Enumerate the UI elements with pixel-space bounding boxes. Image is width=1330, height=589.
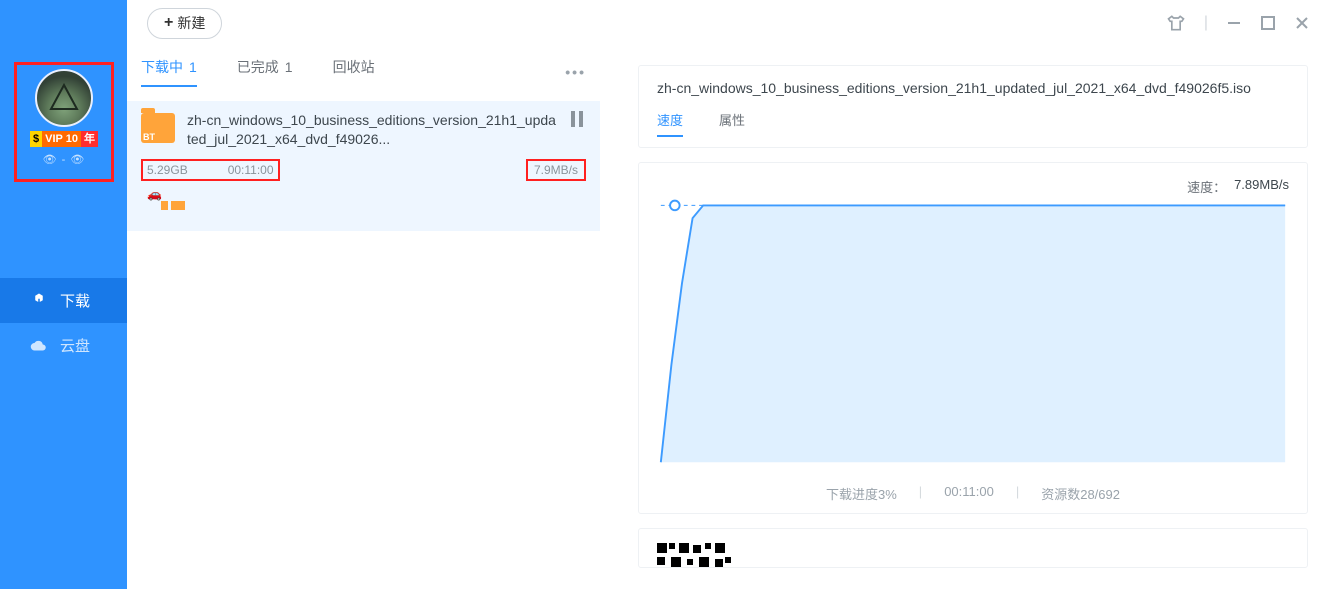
download-icon <box>30 292 48 310</box>
bt-tag: BT <box>143 132 155 142</box>
task-eta: 00:11:00 <box>228 163 274 177</box>
highlight-size-eta: 5.29GB 00:11:00 <box>141 159 280 181</box>
task-card[interactable]: BT zh-cn_windows_10_business_editions_ve… <box>127 101 600 231</box>
main: + 新建 | <box>127 0 1330 589</box>
sidebar-item-label: 云盘 <box>60 335 90 356</box>
vip-badge: $ VIP 10 年 <box>30 131 98 147</box>
more-icon[interactable]: ••• <box>565 64 586 80</box>
vip-seg-v: VIP 10 <box>42 131 81 147</box>
detail-filename: zh-cn_windows_10_business_editions_versi… <box>657 80 1289 96</box>
tab-downloading[interactable]: 下载中 1 <box>141 57 197 87</box>
qr-icon <box>657 543 733 568</box>
detail-subtabs: 速度 属性 <box>657 110 1289 137</box>
vip-seg-y: 年 <box>81 131 98 147</box>
new-button-label: 新建 <box>177 13 205 33</box>
sidebar-item-label: 下载 <box>60 290 90 311</box>
folder-icon: BT <box>141 113 175 143</box>
detail-header: zh-cn_windows_10_business_editions_versi… <box>638 65 1308 148</box>
sidebar-item-cloud[interactable]: 云盘 <box>0 323 127 368</box>
skin-icon[interactable] <box>1166 13 1186 33</box>
qr-card <box>638 528 1308 568</box>
chart-footer: 下载进度3% | 00:11:00 | 资源数28/692 <box>657 484 1289 503</box>
tab-count: 1 <box>189 59 197 75</box>
task-speed: 7.9MB/s <box>534 163 578 177</box>
highlight-speed: 7.9MB/s <box>526 159 586 181</box>
cloud-icon <box>30 337 48 355</box>
tab-count: 1 <box>285 59 293 75</box>
sidebar: $ VIP 10 年 👁 - 👁 下载 云盘 <box>0 0 127 589</box>
vip-seg-s: $ <box>30 131 42 147</box>
subtab-speed[interactable]: 速度 <box>657 110 683 137</box>
speed-value: 7.89MB/s <box>1234 177 1289 196</box>
plus-icon: + <box>164 16 173 30</box>
foot-eta: 00:11:00 <box>944 484 994 503</box>
task-size: 5.29GB <box>147 163 188 177</box>
tab-completed[interactable]: 已完成 1 <box>237 57 293 87</box>
foot-progress: 下载进度3% <box>826 484 897 503</box>
sidebar-nav: 下载 云盘 <box>0 278 127 368</box>
speed-chart-card: 速度： 7.89MB/s 下载进度3% | 00:11:00 | 资源数28/6… <box>638 162 1308 514</box>
tab-label: 已完成 <box>237 57 279 77</box>
divider-icon: | <box>1204 14 1208 32</box>
download-list: 下载中 1 已完成 1 回收站 ••• BT <box>127 47 600 589</box>
speed-label: 速度： <box>1187 177 1226 196</box>
task-filename: zh-cn_windows_10_business_editions_versi… <box>187 111 556 149</box>
avatar-eyes: 👁 - 👁 <box>43 153 86 166</box>
foot-sources: 资源数28/692 <box>1041 484 1120 503</box>
window-controls: | <box>1166 13 1310 33</box>
maximize-icon[interactable] <box>1260 15 1276 31</box>
tab-recycle[interactable]: 回收站 <box>333 57 375 87</box>
topbar: + 新建 | <box>127 0 1330 47</box>
pause-button[interactable] <box>568 111 586 132</box>
sidebar-item-download[interactable]: 下载 <box>0 278 127 323</box>
avatar-zone[interactable]: $ VIP 10 年 👁 - 👁 <box>14 62 114 182</box>
subtab-props[interactable]: 属性 <box>719 110 745 137</box>
close-icon[interactable] <box>1294 15 1310 31</box>
list-tabs: 下载中 1 已完成 1 回收站 ••• <box>127 57 600 93</box>
minimize-icon[interactable] <box>1226 15 1242 31</box>
avatar[interactable] <box>35 69 93 127</box>
detail-panel: zh-cn_windows_10_business_editions_versi… <box>616 47 1330 589</box>
progress-marker-icon: 🚗 <box>147 187 162 201</box>
tab-label: 回收站 <box>333 57 375 77</box>
new-button[interactable]: + 新建 <box>147 8 222 39</box>
speed-chart <box>657 198 1289 478</box>
tab-label: 下载中 <box>141 57 183 77</box>
piece-progress: 🚗 <box>141 195 586 219</box>
